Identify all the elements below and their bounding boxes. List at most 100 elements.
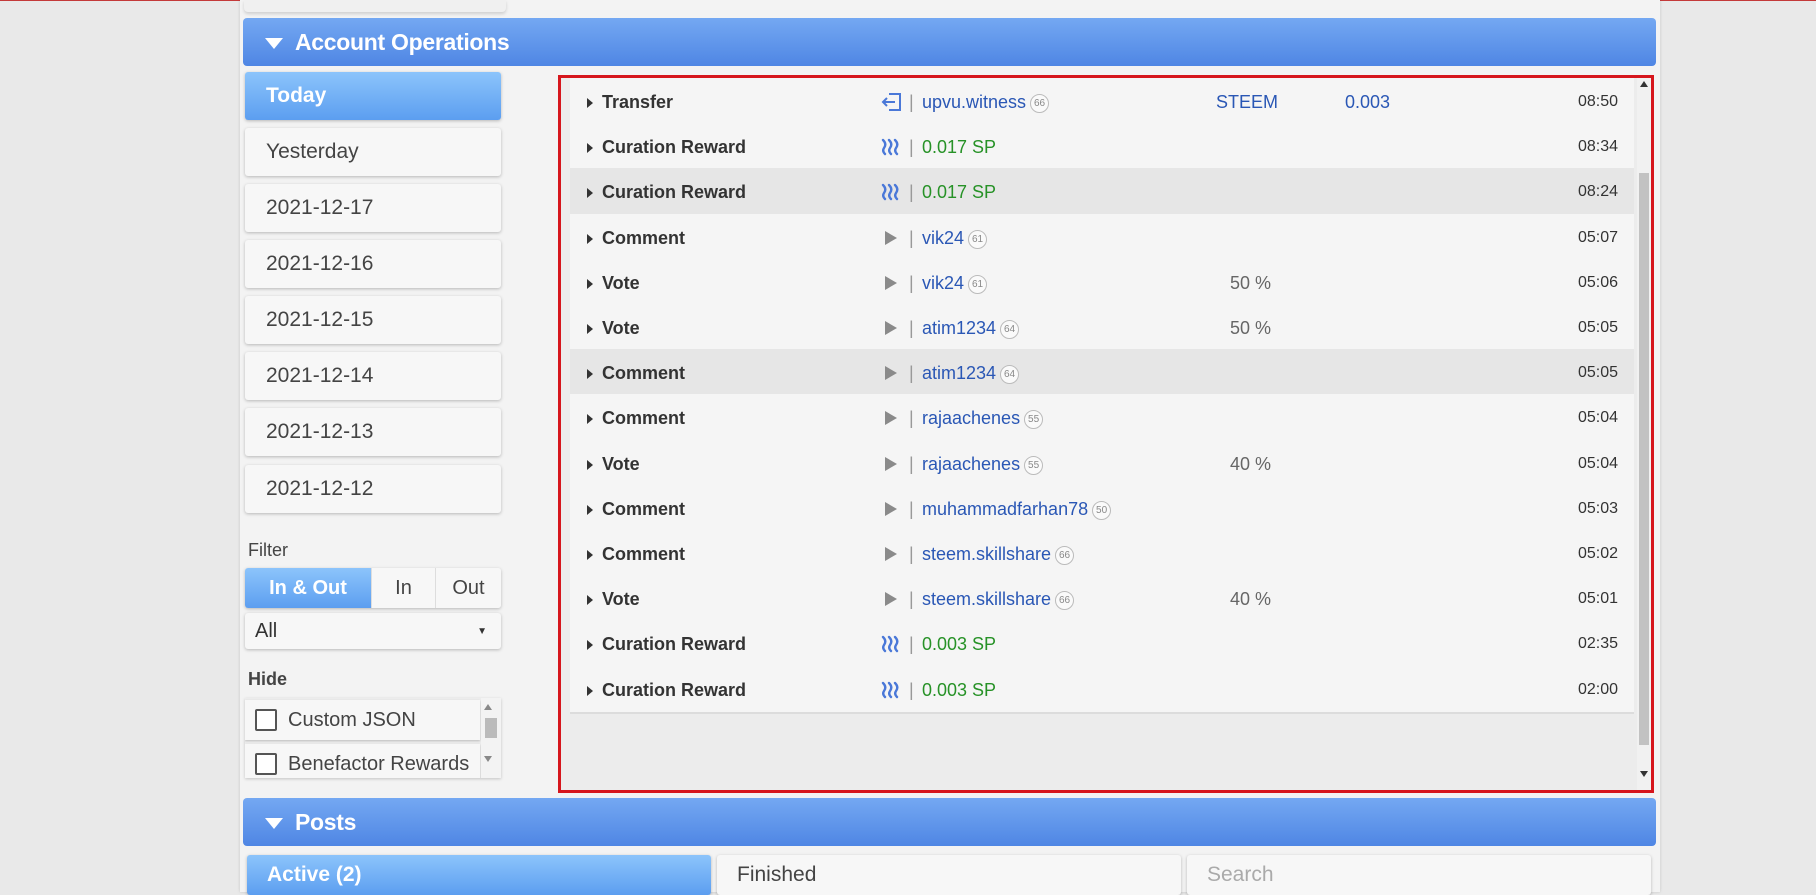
expand-caret-icon[interactable]	[587, 98, 593, 108]
date-button[interactable]: 2021-12-13	[245, 408, 501, 456]
account-operations-header[interactable]: Account Operations	[243, 18, 1656, 66]
filter-out-button[interactable]: Out	[436, 568, 501, 608]
account-link[interactable]: steem.skillshare	[922, 589, 1051, 609]
scroll-up-arrow-icon[interactable]	[484, 704, 492, 710]
expand-caret-icon[interactable]	[587, 640, 593, 650]
operation-time: 08:50	[1577, 93, 1618, 110]
posts-tab-finished[interactable]: Finished	[717, 855, 1181, 895]
date-button[interactable]: 2021-12-15	[245, 296, 501, 344]
operation-row[interactable]: Curation Reward | 0.003 SP 02:35	[570, 620, 1634, 668]
operation-row[interactable]: Comment | muhammadfarhan78 50 05:03	[570, 485, 1634, 533]
expand-caret-icon[interactable]	[587, 414, 593, 424]
account-link[interactable]: rajaachenes	[922, 454, 1020, 474]
reward-amount: 0.003 SP	[922, 634, 997, 654]
account-link[interactable]: vik24	[922, 228, 964, 248]
separator: |	[909, 92, 914, 112]
date-button[interactable]: Today	[245, 72, 501, 120]
transfer-in-icon	[880, 78, 902, 126]
operation-time: 05:05	[1577, 364, 1618, 381]
date-button[interactable]: 2021-12-14	[245, 352, 501, 400]
expand-caret-icon[interactable]	[587, 143, 593, 153]
operation-row[interactable]: Curation Reward | 0.017 SP 08:34	[570, 123, 1634, 171]
separator: |	[909, 318, 914, 338]
operation-row[interactable]: Vote | atim1234 64 50 % 05:05	[570, 304, 1634, 352]
operation-time: 02:35	[1577, 635, 1618, 652]
operation-time: 05:01	[1577, 590, 1618, 607]
reputation-badge: 55	[1024, 455, 1044, 475]
posts-header[interactable]: Posts	[243, 798, 1656, 846]
filter-in-button[interactable]: In	[372, 568, 436, 608]
operation-target[interactable]: steem.skillshare 66	[922, 575, 1075, 623]
date-button[interactable]: Yesterday	[245, 128, 501, 176]
account-link[interactable]: rajaachenes	[922, 408, 1020, 428]
expand-caret-icon[interactable]	[587, 324, 593, 334]
checkbox[interactable]	[255, 753, 277, 775]
operation-row[interactable]: Vote | steem.skillshare 66 40 % 05:01	[570, 575, 1634, 623]
scroll-down-arrow-icon[interactable]	[484, 756, 492, 762]
separator: |	[909, 228, 914, 248]
reputation-badge: 66	[1055, 590, 1075, 610]
posts-search-input[interactable]: Search	[1187, 855, 1651, 895]
operation-target[interactable]: steem.skillshare 66	[922, 530, 1075, 578]
expand-caret-icon[interactable]	[587, 550, 593, 560]
expand-caret-icon[interactable]	[587, 686, 593, 696]
operation-target[interactable]: vik24 61	[922, 259, 988, 307]
operation-row[interactable]: Comment | atim1234 64 05:05	[570, 349, 1634, 397]
filter-in-out-button[interactable]: In & Out	[245, 568, 372, 608]
vote-weight: 50 %	[1230, 318, 1272, 338]
account-link[interactable]: atim1234	[922, 318, 996, 338]
checkbox[interactable]	[255, 709, 277, 731]
scroll-down-arrow-icon[interactable]	[1640, 771, 1648, 777]
operation-type-select[interactable]: All ▼	[245, 613, 501, 649]
operation-target: 0.017 SP	[922, 123, 996, 171]
transfer-asset: STEEM	[1216, 92, 1279, 112]
vote-weight: 50 %	[1230, 273, 1272, 293]
account-link[interactable]: vik24	[922, 273, 964, 293]
reputation-badge: 64	[1000, 319, 1020, 339]
operation-target[interactable]: atim1234 64	[922, 304, 1020, 352]
operation-row[interactable]: Curation Reward | 0.017 SP 08:24	[570, 168, 1634, 216]
expand-caret-icon[interactable]	[587, 369, 593, 379]
account-link[interactable]: atim1234	[922, 363, 996, 383]
scroll-up-arrow-icon[interactable]	[1640, 81, 1648, 87]
posts-tab-active[interactable]: Active (2)	[247, 855, 711, 895]
expand-caret-icon[interactable]	[587, 234, 593, 244]
expand-caret-icon[interactable]	[587, 188, 593, 198]
expand-caret-icon[interactable]	[587, 595, 593, 605]
expand-caret-icon[interactable]	[587, 460, 593, 470]
separator: |	[909, 363, 914, 383]
scrollbar-thumb[interactable]	[1639, 173, 1649, 745]
operation-type: Transfer	[602, 92, 674, 112]
operation-row[interactable]: Transfer | upvu.witness 66 STEEM 0.003 08:50	[570, 78, 1634, 126]
operation-row[interactable]: Comment | steem.skillshare 66 05:02	[570, 530, 1634, 578]
account-link[interactable]: steem.skillshare	[922, 544, 1051, 564]
operation-row[interactable]: Comment | vik24 61 05:07	[570, 214, 1634, 262]
dropdown-arrow-icon: ▼	[477, 625, 487, 637]
operation-target[interactable]: rajaachenes 55	[922, 440, 1044, 488]
operation-target[interactable]: atim1234 64	[922, 349, 1020, 397]
operation-type: Vote	[602, 589, 640, 609]
account-link[interactable]: muhammadfarhan78	[922, 499, 1088, 519]
date-button[interactable]: 2021-12-16	[245, 240, 501, 288]
account-link[interactable]: upvu.witness	[922, 92, 1026, 112]
expand-caret-icon[interactable]	[587, 279, 593, 289]
hide-list-scrollbar[interactable]	[481, 698, 501, 778]
operation-row[interactable]: Vote | rajaachenes 55 40 % 05:04	[570, 440, 1634, 488]
date-button[interactable]: 2021-12-12	[245, 465, 501, 513]
operation-row[interactable]: Comment | rajaachenes 55 05:04	[570, 394, 1634, 442]
expand-caret-icon[interactable]	[587, 505, 593, 515]
operation-target[interactable]: muhammadfarhan78 50	[922, 485, 1112, 533]
separator: |	[909, 634, 914, 654]
operation-target[interactable]: rajaachenes 55	[922, 394, 1044, 442]
reputation-badge: 66	[1030, 93, 1050, 113]
scrollbar-thumb[interactable]	[485, 718, 497, 738]
operation-row[interactable]: Curation Reward | 0.003 SP 02:00	[570, 666, 1634, 714]
operation-row[interactable]: Vote | vik24 61 50 % 05:06	[570, 259, 1634, 307]
operation-target[interactable]: upvu.witness 66	[922, 78, 1050, 126]
hide-custom-json-option[interactable]: Custom JSON	[245, 700, 480, 740]
reward-amount: 0.003 SP	[922, 680, 997, 700]
operations-scrollbar[interactable]	[1637, 78, 1651, 790]
operation-target[interactable]: vik24 61	[922, 214, 988, 262]
date-button[interactable]: 2021-12-17	[245, 184, 501, 232]
hide-benefactor-rewards-option[interactable]: Benefactor Rewards	[245, 744, 480, 778]
